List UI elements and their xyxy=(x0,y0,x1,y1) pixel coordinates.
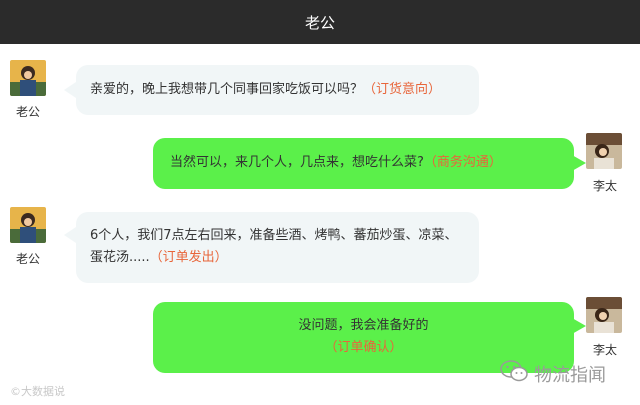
wechat-icon xyxy=(500,360,528,387)
message-text-line1: 6个人，我们7点左右回来，准备些酒、烤鸭、蕃茄炒蛋、凉菜、 xyxy=(90,228,458,243)
message-text: 当然可以，来几个人，几点来，想吃什么菜? xyxy=(170,155,424,170)
chat-header: 老公 xyxy=(0,0,640,44)
message-tag: （商务沟通） xyxy=(423,155,502,170)
bubble-tail xyxy=(64,82,76,98)
message-tag: （订单确认） xyxy=(324,340,403,355)
sender-name: 老公 xyxy=(15,252,40,266)
sender-name: 李太 xyxy=(592,179,617,193)
watermark-left: ©大数据说 xyxy=(10,385,65,398)
chat-title: 老公 xyxy=(304,13,335,32)
message-bubble[interactable]: 当然可以，来几个人，几点来，想吃什么菜?（商务沟通） xyxy=(153,138,574,189)
avatar-wife[interactable] xyxy=(586,133,622,169)
sender-name: 李太 xyxy=(592,343,617,357)
avatar-husband[interactable] xyxy=(10,60,46,96)
bubble-tail xyxy=(64,227,76,243)
message-tag: （订货意向） xyxy=(363,82,442,97)
bubble-tail xyxy=(572,155,586,171)
watermark-right: 物流指闻 xyxy=(500,360,606,387)
message-bubble[interactable]: 亲爱的，晚上我想带几个同事回家吃饭可以吗？（订货意向） xyxy=(76,65,479,115)
bubble-tail xyxy=(572,318,586,334)
message-bubble[interactable]: 6个人，我们7点左右回来，准备些酒、烤鸭、蕃茄炒蛋、凉菜、 蛋花汤.....（订… xyxy=(76,212,479,283)
message-tag: （订单发出） xyxy=(149,250,228,265)
avatar-husband[interactable] xyxy=(10,207,46,243)
watermark-text: 物流指闻 xyxy=(534,364,606,386)
avatar-wife[interactable] xyxy=(586,297,622,333)
sender-name: 老公 xyxy=(15,105,40,119)
message-text-line2: 蛋花汤..... xyxy=(90,250,150,265)
message-text: 没问题，我会准备好的 xyxy=(298,318,429,333)
message-text: 亲爱的，晚上我想带几个同事回家吃饭可以吗？ xyxy=(90,82,364,97)
